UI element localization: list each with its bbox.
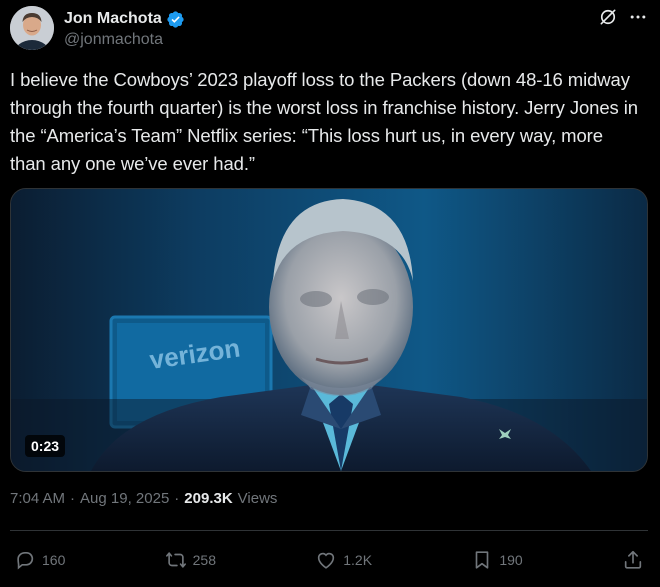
action-bar: 160 258 1.2K 190	[14, 547, 644, 573]
views-label: Views	[237, 490, 278, 507]
repost-count: 258	[192, 552, 216, 568]
like-count: 1.2K	[343, 552, 373, 568]
reply-button[interactable]: 160	[14, 549, 65, 571]
grok-icon[interactable]	[598, 7, 618, 27]
author-display-name[interactable]: Jon Machota	[64, 10, 162, 28]
tweet-date[interactable]: Aug 19, 2025	[80, 490, 169, 507]
repost-button[interactable]: 258	[165, 549, 216, 571]
more-icon[interactable]	[628, 7, 648, 27]
reply-icon	[14, 549, 36, 571]
tweet-text: I believe the Cowboys’ 2023 playoff loss…	[10, 69, 638, 174]
heart-icon	[315, 549, 337, 571]
display-name-row: Jon Machota	[64, 8, 185, 30]
views-count: 209.3K	[184, 490, 233, 507]
verified-badge-icon[interactable]	[166, 10, 185, 29]
author-names: Jon Machota @jonmachota	[64, 8, 185, 49]
tweet-header: Jon Machota @jonmachota	[10, 6, 648, 52]
share-button[interactable]	[622, 549, 644, 571]
bookmark-icon	[471, 549, 493, 571]
video-thumbnail: verizon	[11, 189, 647, 471]
bookmark-count: 190	[499, 552, 523, 568]
reply-count: 160	[42, 552, 66, 568]
like-button[interactable]: 1.2K	[315, 549, 372, 571]
video-duration-badge: 0:23	[25, 435, 66, 457]
avatar-image	[10, 6, 54, 50]
tweet-meta: 7:04 AM · Aug 19, 2025 · 209.3K Views	[10, 490, 277, 507]
bookmark-button[interactable]: 190	[471, 549, 523, 571]
tweet-time[interactable]: 7:04 AM	[10, 490, 65, 507]
meta-separator-2: ·	[174, 490, 180, 507]
header-actions	[598, 6, 648, 28]
author-handle[interactable]: @jonmachota	[64, 31, 185, 49]
share-icon	[622, 549, 644, 571]
meta-separator: ·	[70, 490, 76, 507]
repost-icon	[165, 549, 187, 571]
video-player[interactable]: verizon 0:23	[10, 188, 648, 472]
tweet-card: Jon Machota @jonmachota I believe the Co…	[0, 0, 660, 587]
avatar[interactable]	[10, 6, 54, 50]
divider	[10, 530, 648, 531]
